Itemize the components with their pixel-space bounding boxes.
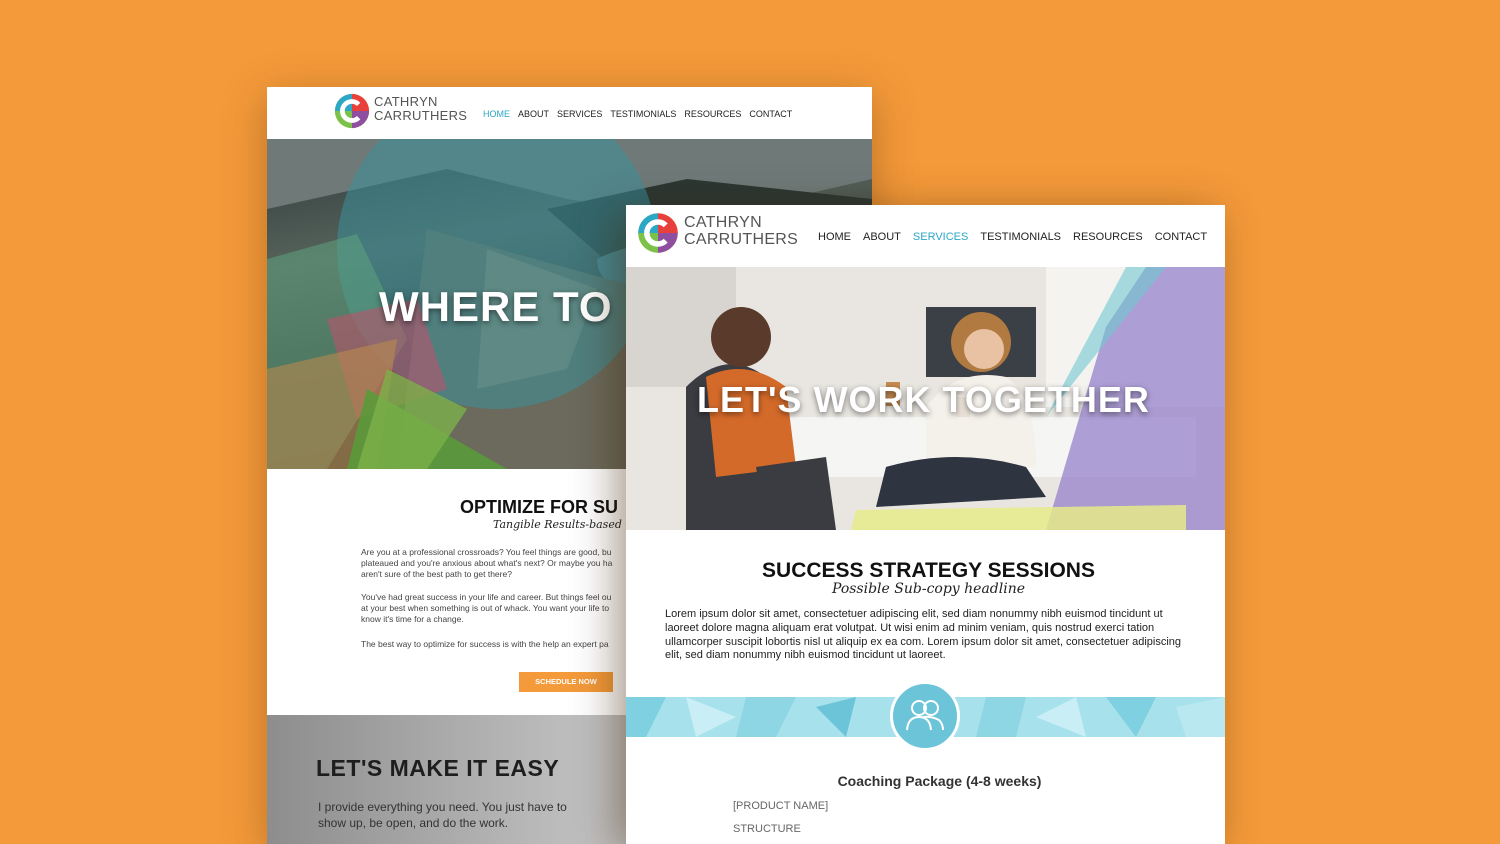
main-nav: HOME ABOUT SERVICES TESTIMONIALS RESOURC…: [483, 109, 792, 119]
nav-services[interactable]: SERVICES: [557, 109, 602, 119]
site-header: CATHRYN CARRUTHERS HOME ABOUT SERVICES T…: [267, 87, 872, 139]
para2-line3: know it's time for a change.: [361, 614, 464, 624]
intro-paragraph-2: You've had great success in your life an…: [361, 592, 611, 625]
brand-line2: CARRUTHERS: [684, 230, 799, 248]
services-hero-title: LET'S WORK TOGETHER: [697, 379, 1150, 420]
main-nav: HOME ABOUT SERVICES TESTIMONIALS RESOURC…: [818, 231, 1207, 243]
nav-contact[interactable]: CONTACT: [749, 109, 792, 119]
nav-resources[interactable]: RESOURCES: [1073, 231, 1143, 243]
product-name-field: [PRODUCT NAME]: [733, 800, 829, 812]
nav-about[interactable]: ABOUT: [863, 231, 901, 243]
brand-name[interactable]: CATHRYN CARRUTHERS: [684, 214, 799, 249]
home-hero-title: WHERE TO: [379, 283, 613, 330]
optimize-title: OPTIMIZE FOR SU: [460, 497, 619, 517]
services-page-mockup: CATHRYN CARRUTHERS HOME ABOUT SERVICES T…: [626, 205, 1225, 844]
para1-line3: aren't sure of the best path to get ther…: [361, 569, 512, 579]
logo-c-icon[interactable]: [636, 211, 680, 255]
brand-line1: CATHRYN: [374, 94, 438, 109]
nav-resources[interactable]: RESOURCES: [684, 109, 741, 119]
logo-c-icon[interactable]: [333, 92, 371, 130]
hero-office-image: LET'S WORK TOGETHER: [626, 267, 1225, 530]
nav-testimonials[interactable]: TESTIMONIALS: [610, 109, 676, 119]
nav-contact[interactable]: CONTACT: [1155, 231, 1207, 243]
brand-line2: CARRUTHERS: [374, 107, 468, 123]
schedule-now-button[interactable]: SCHEDULE NOW: [519, 672, 613, 692]
site-header: CATHRYN CARRUTHERS HOME ABOUT SERVICES T…: [626, 205, 1225, 267]
para2-line2: at your best when something is out of wh…: [361, 603, 610, 613]
package-title: Coaching Package (4-8 weeks): [837, 773, 1042, 789]
nav-testimonials[interactable]: TESTIMONIALS: [980, 231, 1061, 243]
nav-services[interactable]: SERVICES: [913, 231, 968, 243]
strategy-body: Lorem ipsum dolor sit amet, consectetuer…: [665, 608, 1182, 662]
intro-paragraph-3: The best way to optimize for success is …: [361, 639, 609, 649]
optimize-subtitle: Tangible Results-based Coa: [493, 518, 647, 531]
para1-line2: plateaued and you're anxious about what'…: [361, 558, 613, 568]
nav-about[interactable]: ABOUT: [518, 109, 549, 119]
easy-copy: I provide everything you need. You just …: [318, 800, 567, 830]
nav-home[interactable]: HOME: [483, 109, 510, 119]
strategy-subtitle: Possible Sub-copy headline: [831, 581, 1026, 597]
structure-field: STRUCTURE: [733, 823, 801, 835]
para1-line1: Are you at a professional crossroads? Yo…: [361, 547, 612, 557]
people-icon-badge: [890, 681, 960, 751]
easy-title: LET'S MAKE IT EASY: [316, 755, 560, 781]
people-icon: [906, 700, 944, 731]
brand-line1: CATHRYN: [684, 214, 762, 231]
brand-name[interactable]: CATHRYN CARRUTHERS: [374, 95, 467, 122]
strategy-title: SUCCESS STRATEGY SESSIONS: [762, 559, 1095, 582]
intro-paragraph-1: Are you at a professional crossroads? Yo…: [361, 547, 612, 580]
nav-home[interactable]: HOME: [818, 231, 851, 243]
para2-line1: You've had great success in your life an…: [361, 592, 612, 602]
